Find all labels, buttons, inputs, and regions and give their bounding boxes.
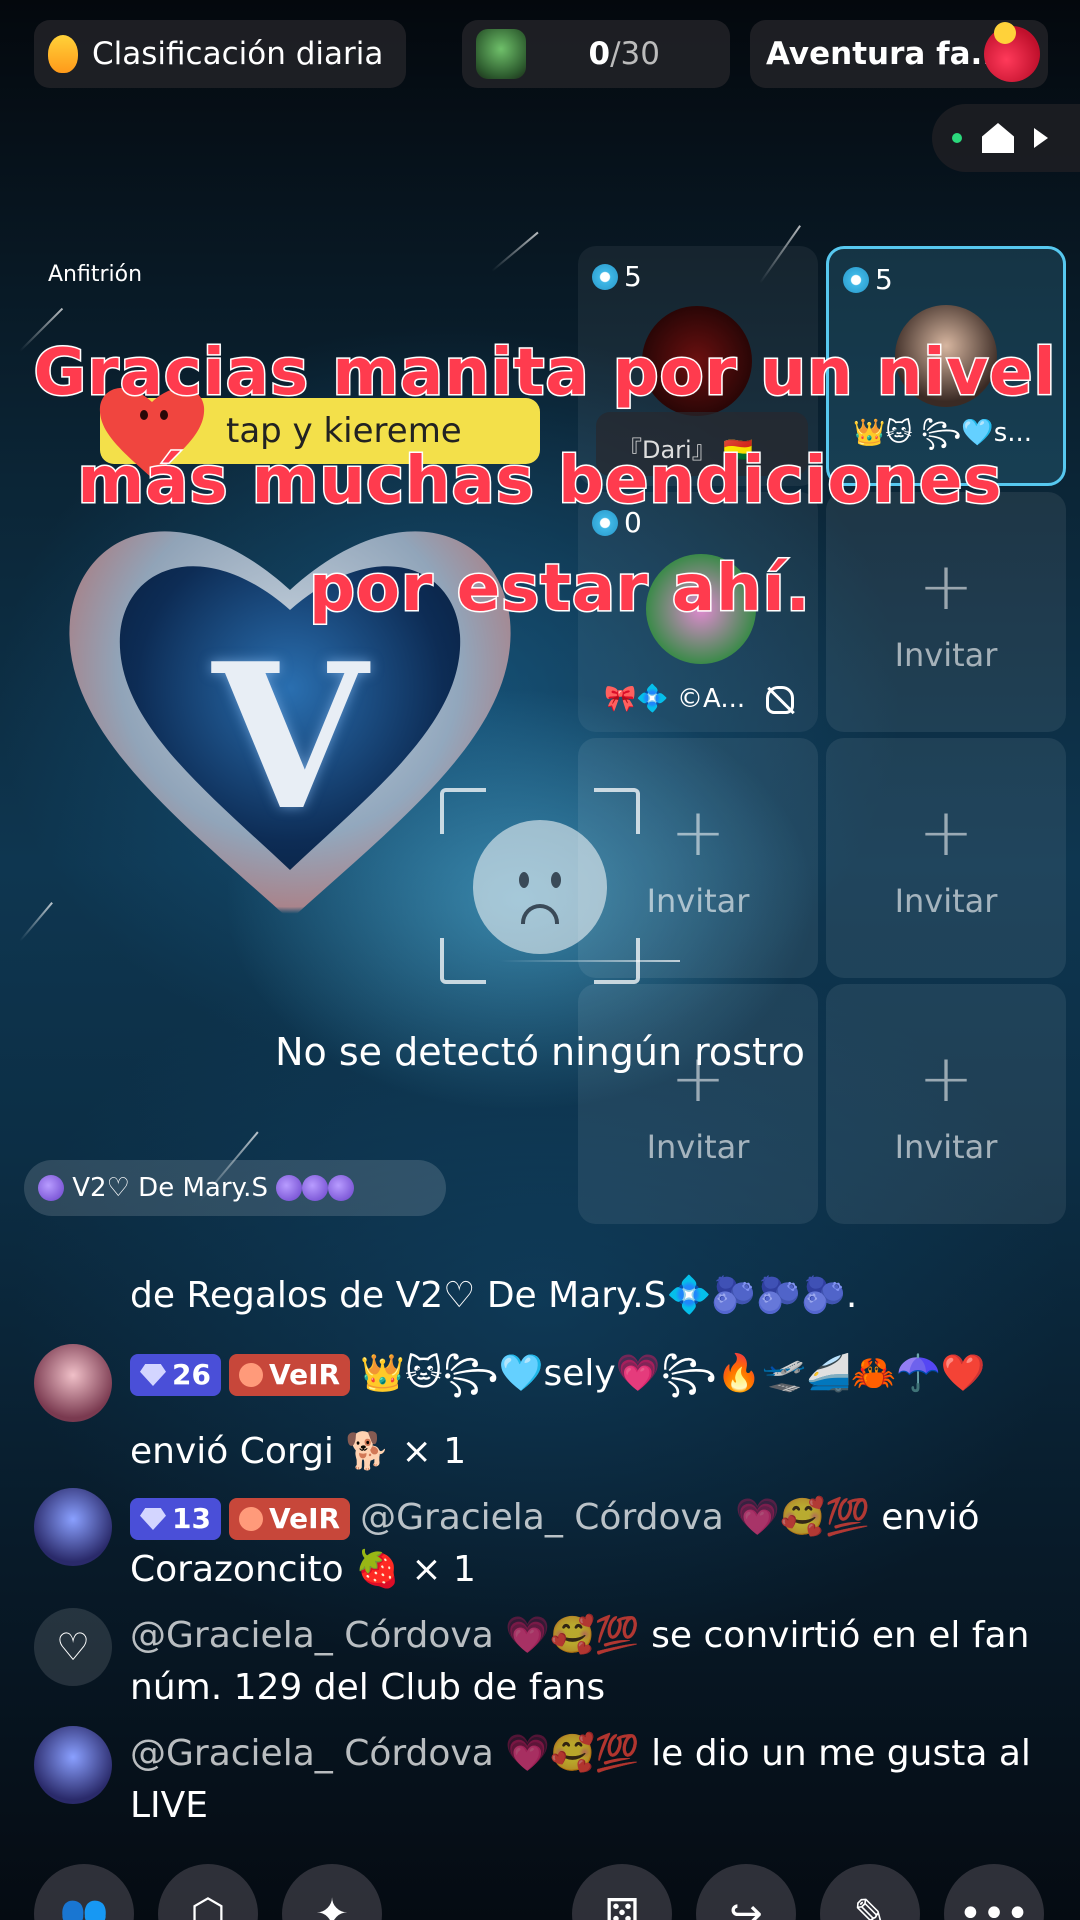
daily-ranking-button[interactable]: Clasificación diaria: [34, 20, 406, 88]
play-icon[interactable]: [1034, 128, 1048, 148]
gem-icon: [140, 1508, 166, 1530]
invite-label: Invitar: [646, 1128, 750, 1166]
invite-label: Invitar: [894, 1128, 998, 1166]
vip-badge: VeIR: [228, 1354, 351, 1396]
chat-message: envió Corgi 🐕 × 1: [130, 1431, 467, 1472]
orb-icon: [38, 1175, 64, 1201]
fire-icon: [48, 35, 78, 73]
home-icon[interactable]: [982, 123, 1014, 153]
badge-icon: [476, 29, 526, 79]
live-controls[interactable]: [932, 104, 1080, 172]
invite-label: Invitar: [894, 882, 998, 920]
coin-count: 5: [592, 260, 642, 293]
face-detect-frame: [440, 788, 640, 984]
chat-user: 👑🐱꧂🩵sely💗꧂🔥🛫🚄🦀☂️❤️: [360, 1353, 986, 1394]
score-pill[interactable]: 0/30: [462, 20, 730, 88]
score-value: 0/30: [588, 36, 660, 72]
coin-count: 5: [843, 263, 893, 296]
chat-user: @Graciela_ Córdova 💗🥰💯: [360, 1497, 870, 1538]
level-badge: 13: [130, 1498, 221, 1540]
avatar[interactable]: [34, 1726, 112, 1804]
invite-seat[interactable]: + Invitar: [578, 984, 818, 1224]
chat-message: @Graciela_ Córdova 💗🥰💯 le dio un me gust…: [130, 1733, 1031, 1826]
invite-seat[interactable]: + Invitar: [826, 984, 1066, 1224]
caption-line: Gracias manita por un nivel: [32, 335, 1057, 412]
coin-icon: [592, 263, 618, 290]
heart-outline-icon: ♡: [34, 1608, 112, 1686]
adventure-label: Aventura fa...: [766, 36, 1006, 72]
chat-message: Corazoncito 🍓 × 1: [130, 1549, 476, 1590]
vip-badge: VeIR: [228, 1498, 351, 1540]
chat-user: @Graciela_ Córdova 💗🥰💯: [130, 1733, 640, 1774]
adventure-button[interactable]: Aventura fa...: [750, 20, 1048, 88]
host-label: Anfitrión: [48, 262, 143, 287]
coin-icon: [843, 266, 869, 293]
avatar[interactable]: [34, 1344, 112, 1422]
gem-icon: [140, 1364, 166, 1386]
gift-source-tag[interactable]: V2♡ De Mary.S: [24, 1160, 446, 1216]
seat-name: 🎀💠 ©A...: [604, 684, 746, 714]
level-badge: 26: [130, 1354, 221, 1396]
chat-message: 26 VeIR 👑🐱꧂🩵sely💗꧂🔥🛫🚄🦀☂️❤️: [130, 1348, 1060, 1400]
plus-icon: +: [918, 794, 974, 871]
chat-message: de Regalos de V2♡ De Mary.S💠🫐🫐🫐.: [130, 1275, 858, 1316]
caption-line: por estar ahí.: [308, 551, 812, 628]
caption-line: más muchas bendiciones: [76, 443, 1003, 520]
sad-face-icon: [473, 820, 607, 954]
chat-message: 13 VeIR @Graciela_ Córdova 💗🥰💯 envió: [130, 1492, 1060, 1544]
drink-icon: [984, 22, 1040, 82]
invite-seat[interactable]: + Invitar: [826, 738, 1066, 978]
daily-ranking-label: Clasificación diaria: [92, 36, 384, 72]
chat-message: @Graciela_ Córdova 💗🥰💯 se convirtió en e…: [130, 1615, 1030, 1708]
light-streak: [491, 231, 539, 272]
light-streak: [19, 902, 53, 942]
invite-label: Invitar: [894, 636, 998, 674]
chat-user: @Graciela_ Córdova 💗🥰💯: [130, 1615, 640, 1656]
live-dot-icon: [952, 133, 962, 143]
mute-icon: [766, 686, 794, 714]
avatar[interactable]: [34, 1488, 112, 1566]
no-face-message: No se detectó ningún rostro: [275, 1030, 805, 1074]
